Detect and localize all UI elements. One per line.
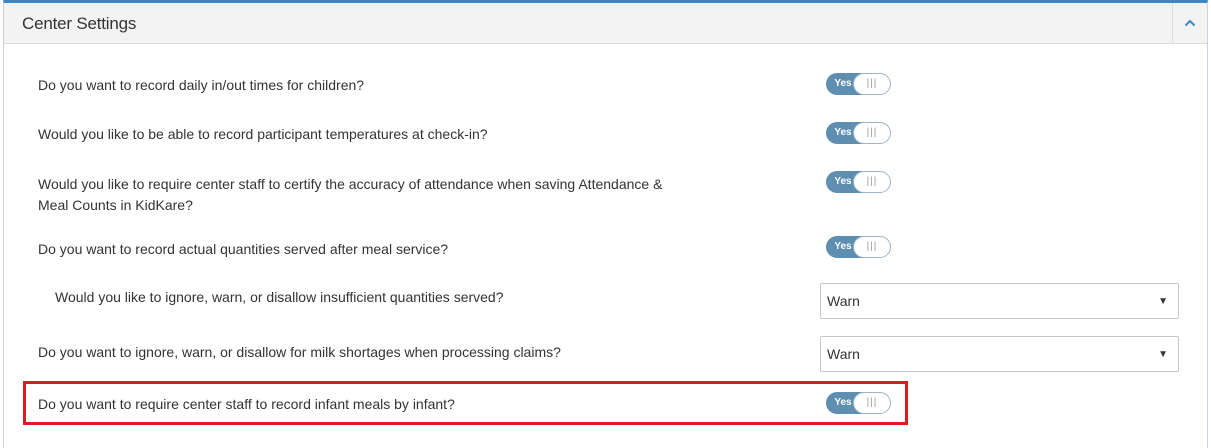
grip-icon: ||| [866, 78, 878, 89]
setting-question-certify-line2: Meal Counts in KidKare? [38, 197, 193, 213]
dropdown-arrow-icon: ▼ [1158, 349, 1168, 360]
setting-question-actual-quantities: Do you want to record actual quantities … [38, 241, 449, 257]
collapse-button[interactable] [1172, 3, 1207, 43]
select-milk-shortages[interactable]: Warn ▼ [820, 336, 1179, 372]
setting-question-daily-times: Do you want to record daily in/out times… [38, 77, 365, 93]
select-value: Warn [827, 346, 860, 362]
dropdown-arrow-icon: ▼ [1158, 296, 1168, 307]
panel-header[interactable]: Center Settings [4, 3, 1207, 44]
toggle-daily-times[interactable]: Yes ||| [826, 73, 891, 95]
chevron-up-icon [1184, 19, 1196, 27]
toggle-actual-quantities[interactable]: Yes ||| [826, 236, 891, 258]
setting-question-infant-meals: Do you want to require center staff to r… [38, 396, 455, 412]
toggle-knob: ||| [853, 73, 891, 95]
toggle-label: Yes [834, 397, 852, 408]
select-insufficient-quantities[interactable]: Warn ▼ [820, 283, 1179, 319]
toggle-certify-attendance[interactable]: Yes ||| [826, 171, 891, 193]
setting-question-temperatures: Would you like to be able to record part… [38, 126, 488, 142]
toggle-temperatures[interactable]: Yes ||| [826, 122, 891, 144]
setting-question-certify-line1: Would you like to require center staff t… [38, 176, 663, 192]
toggle-label: Yes [834, 241, 852, 252]
toggle-knob: ||| [853, 392, 891, 414]
setting-question-milk-shortages: Do you want to ignore, warn, or disallow… [38, 344, 561, 360]
panel-title: Center Settings [22, 14, 137, 33]
grip-icon: ||| [866, 241, 878, 252]
toggle-knob: ||| [853, 236, 891, 258]
setting-question-insufficient-quantities: Would you like to ignore, warn, or disal… [55, 289, 504, 305]
toggle-knob: ||| [853, 122, 891, 144]
grip-icon: ||| [866, 176, 878, 187]
toggle-label: Yes [834, 78, 852, 89]
toggle-label: Yes [834, 176, 852, 187]
grip-icon: ||| [866, 127, 878, 138]
toggle-knob: ||| [853, 171, 891, 193]
grip-icon: ||| [866, 397, 878, 408]
toggle-infant-meals[interactable]: Yes ||| [826, 392, 891, 414]
select-value: Warn [827, 293, 860, 309]
toggle-label: Yes [834, 127, 852, 138]
